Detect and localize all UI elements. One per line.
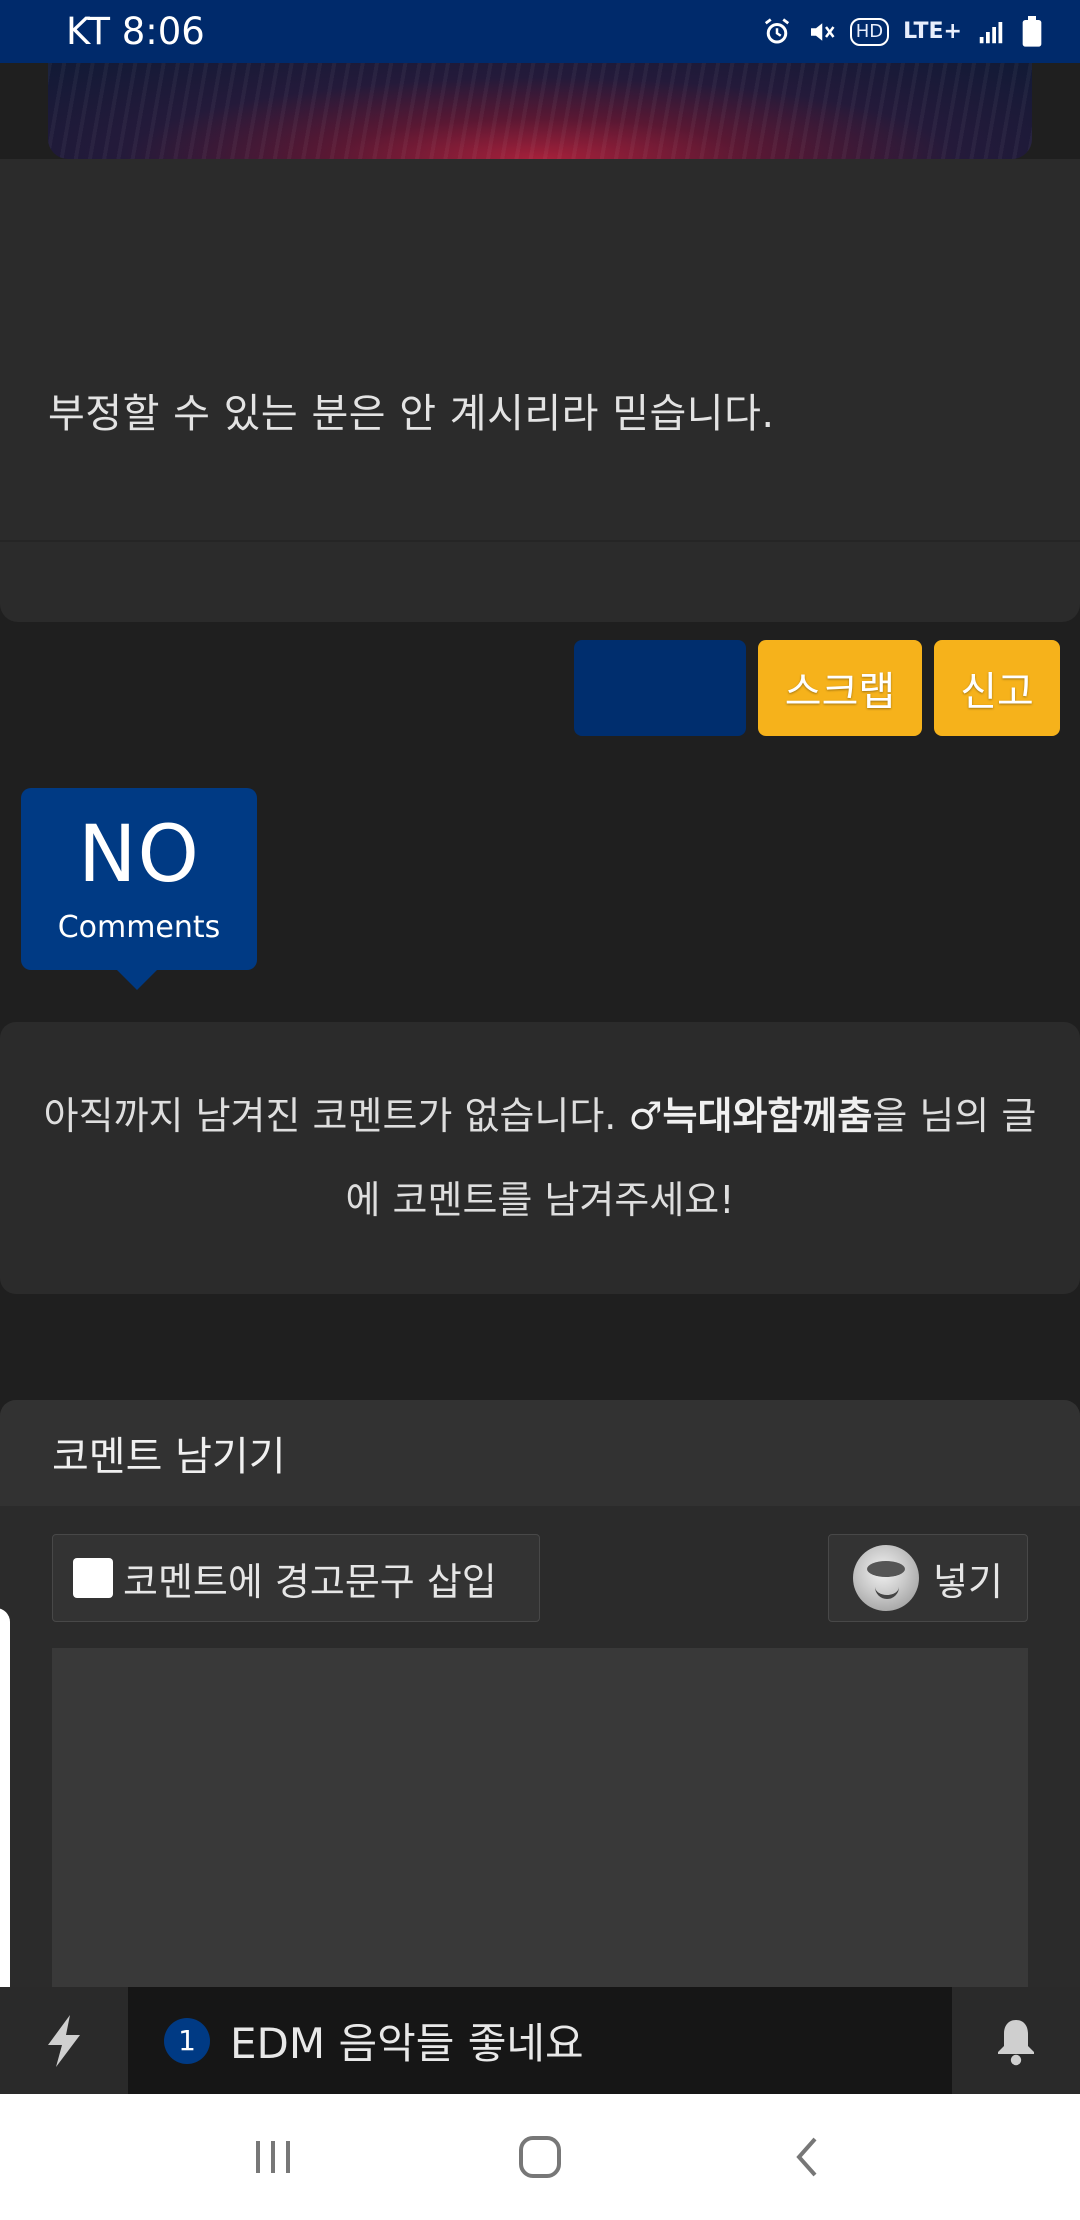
lightning-icon bbox=[48, 2014, 80, 2067]
notification-bar: 1 EDM 음악들 좋네요 bbox=[0, 1987, 1080, 2094]
warning-checkbox-toggle[interactable]: 코멘트에 경고문구 삽입 bbox=[52, 1534, 540, 1622]
back-button[interactable] bbox=[757, 2117, 857, 2197]
home-button[interactable] bbox=[490, 2117, 590, 2197]
comment-count: NO bbox=[78, 810, 200, 900]
comment-count-label: Comments bbox=[57, 910, 221, 945]
back-icon bbox=[795, 2137, 817, 2177]
article-text: 부정할 수 있는 분은 안 계시리라 믿습니다. bbox=[48, 391, 775, 437]
report-button[interactable]: 신고 bbox=[934, 640, 1060, 736]
emoticon-avatar-icon bbox=[853, 1545, 920, 1611]
notifications-button[interactable] bbox=[952, 1987, 1080, 2094]
warning-checkbox[interactable] bbox=[73, 1558, 113, 1598]
status-icons: HD LTE+ bbox=[762, 15, 1044, 48]
article-card: 부정할 수 있는 분은 안 계시리라 믿습니다. bbox=[0, 159, 1080, 622]
lte-icon: LTE+ bbox=[903, 19, 962, 44]
scrap-button[interactable]: 스크랩 bbox=[758, 640, 922, 736]
system-nav-bar bbox=[0, 2094, 1080, 2220]
comment-count-badge: NO Comments bbox=[21, 788, 257, 990]
comment-form: 코멘트 남기기 코멘트에 경고문구 삽입 넣기 bbox=[0, 1400, 1080, 2000]
battery-icon bbox=[1020, 15, 1044, 48]
quick-action-button[interactable] bbox=[0, 1987, 128, 2094]
notification-text: EDM 음악들 좋네요 bbox=[230, 2019, 584, 2068]
hd-icon: HD bbox=[849, 17, 890, 46]
insert-button-label: 넣기 bbox=[933, 1561, 1003, 1604]
article-banner-image bbox=[48, 63, 1032, 159]
author-name[interactable]: ♂늑대와함께춤 bbox=[628, 1094, 872, 1138]
recent-apps-button[interactable] bbox=[223, 2117, 323, 2197]
warning-checkbox-label: 코멘트에 경고문구 삽입 bbox=[123, 1559, 497, 1604]
article-actions: 스크랩 신고 bbox=[574, 640, 1060, 736]
home-icon bbox=[518, 2136, 561, 2178]
notification-ticker[interactable]: 1 EDM 음악들 좋네요 bbox=[128, 1987, 952, 2094]
status-bar: KT 8:06 HD LTE+ bbox=[0, 0, 1080, 63]
notification-count-badge: 1 bbox=[164, 2017, 210, 2064]
blank-button[interactable] bbox=[574, 640, 746, 736]
hd-label: HD bbox=[849, 17, 890, 46]
alarm-icon bbox=[762, 17, 792, 47]
edge-panel-handle[interactable] bbox=[0, 1608, 10, 2008]
vibrate-mute-icon bbox=[806, 17, 836, 47]
comment-textarea[interactable] bbox=[52, 1648, 1028, 2000]
insert-emoticon-button[interactable]: 넣기 bbox=[828, 1534, 1028, 1622]
empty-comments-message: 아직까지 남겨진 코멘트가 없습니다. ♂늑대와함께춤을 님의 글에 코멘트를 … bbox=[40, 1074, 1040, 1242]
comment-form-title: 코멘트 남기기 bbox=[0, 1400, 1080, 1506]
bell-icon bbox=[998, 2019, 1034, 2065]
signal-icon bbox=[976, 17, 1006, 47]
divider bbox=[0, 540, 1080, 542]
empty-comments-box: 아직까지 남겨진 코멘트가 없습니다. ♂늑대와함께춤을 님의 글에 코멘트를 … bbox=[0, 1022, 1080, 1294]
empty-message-prefix: 아직까지 남겨진 코멘트가 없습니다. bbox=[43, 1094, 629, 1138]
recent-apps-icon bbox=[256, 2141, 291, 2173]
status-time: KT 8:06 bbox=[66, 10, 205, 53]
